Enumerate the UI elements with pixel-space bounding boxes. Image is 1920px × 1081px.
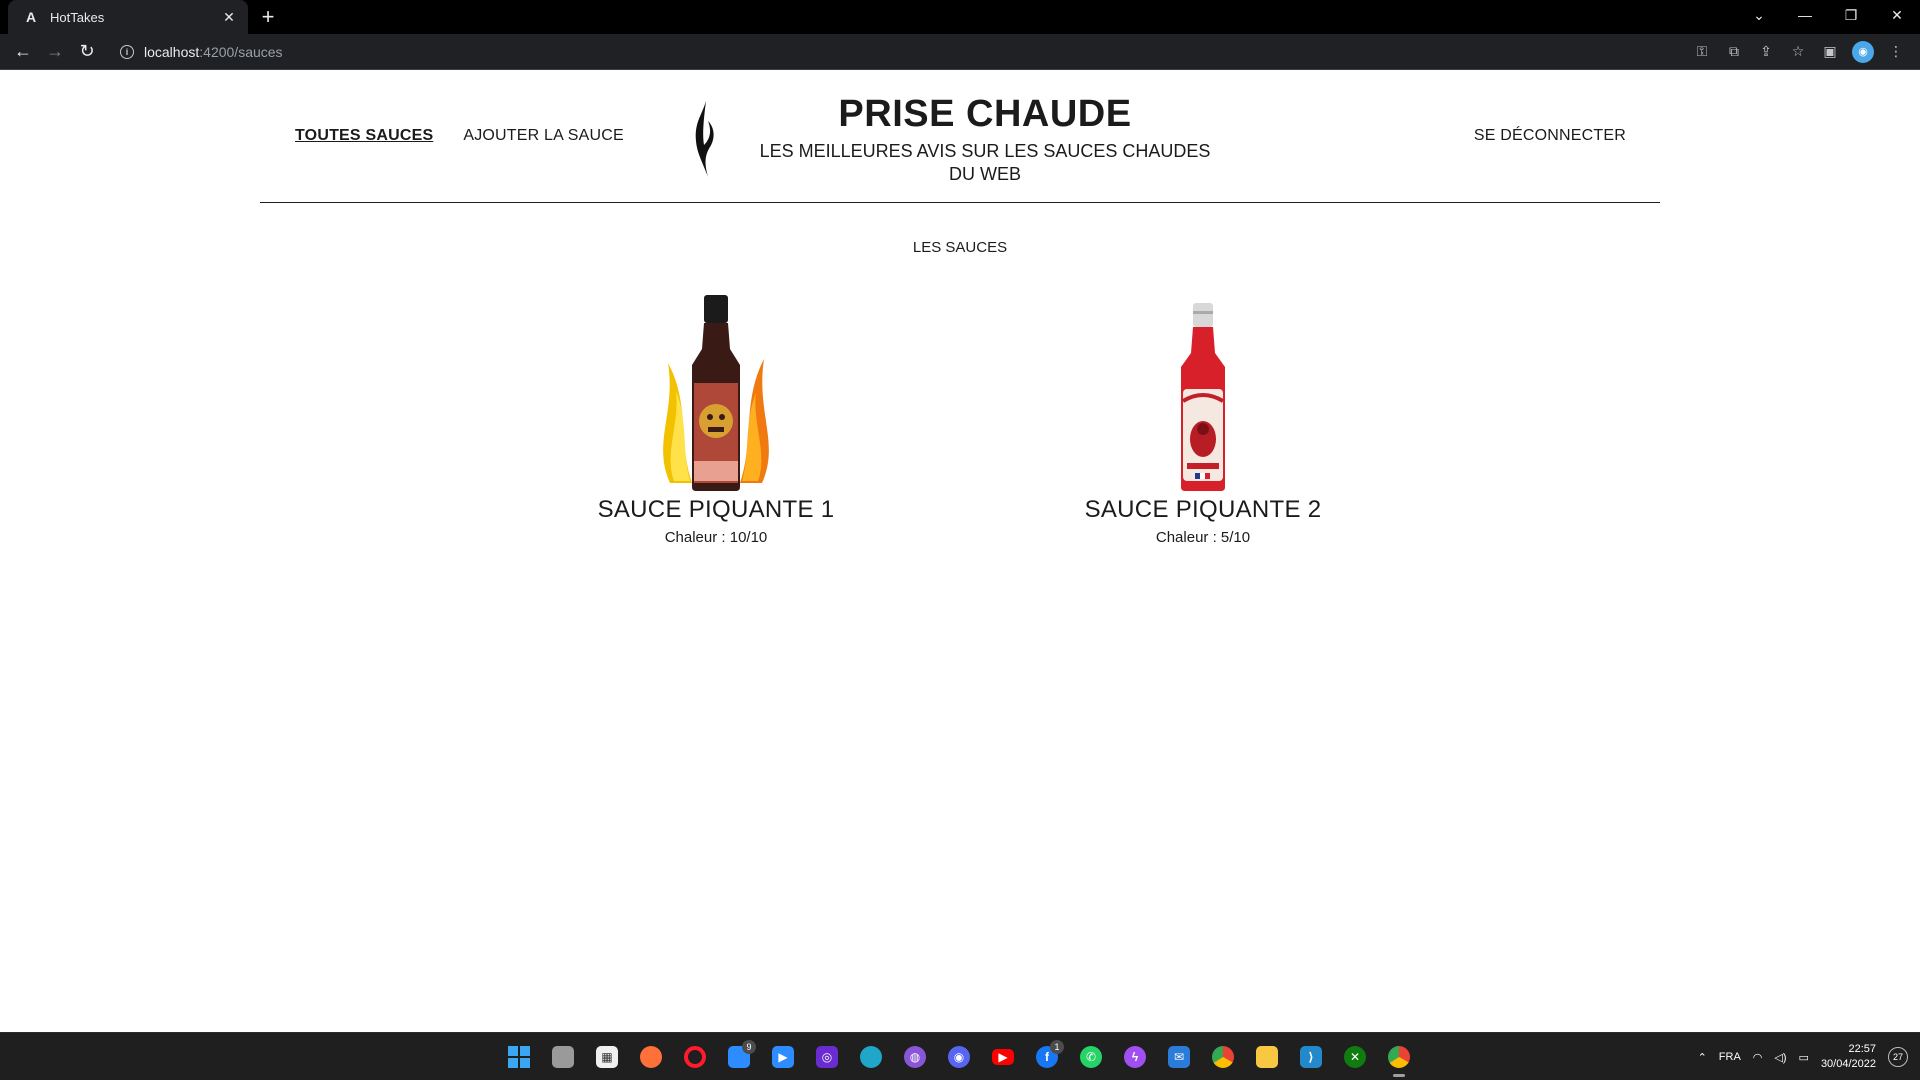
chevron-up-icon[interactable]: ⌃ <box>1698 1051 1707 1064</box>
badge-1: 1 <box>1050 1040 1064 1054</box>
system-tray: ⌃ FRA ◠ ◁) ▭ 22:57 30/04/2022 27 <box>1698 1033 1908 1081</box>
nav-add-sauce[interactable]: AJOUTER LA SAUCE <box>463 127 624 145</box>
clock[interactable]: 22:57 30/04/2022 <box>1821 1042 1876 1072</box>
omnibox-actions: ⚿ ⧉ ⇪ ☆ ▣ ◉ ⋮ <box>1686 38 1912 66</box>
forward-icon[interactable]: → <box>40 37 70 67</box>
tab-search-icon[interactable]: ⌄ <box>1736 0 1782 30</box>
brand: PRISE CHAUDE LES MEILLEURES AVIS SUR LES… <box>740 93 1230 186</box>
taskbar-apps: ▦ 9 ▶ ◎ ◍ ◉ ▶ f1 ✆ ϟ ✉ ⟩ ✕ <box>502 1040 1416 1077</box>
browser-tab-bar: A HotTakes ✕ + ⌄ — ❐ ✕ <box>0 0 1920 34</box>
windows-start-icon[interactable] <box>502 1041 536 1073</box>
back-icon[interactable]: ← <box>8 37 38 67</box>
browser-toolbar: ← → ↻ i localhost:4200/sauces ⚿ ⧉ ⇪ ☆ ▣ … <box>0 34 1920 70</box>
translate-icon[interactable]: ⧉ <box>1718 38 1750 66</box>
section-title: LES SAUCES <box>912 239 1008 256</box>
profile-icon[interactable]: ◉ <box>1852 40 1874 63</box>
flame-logo-icon <box>695 101 714 177</box>
main-nav: TOUTES SAUCES AJOUTER LA SAUCE <box>295 127 624 145</box>
chrome-icon[interactable] <box>1206 1041 1240 1073</box>
hot-sauce-bottle-flames-image <box>663 295 769 491</box>
firefox-icon[interactable] <box>634 1041 668 1073</box>
nav-all-sauces[interactable]: TOUTES SAUCES <box>295 127 433 145</box>
angular-favicon-icon: A <box>25 9 37 25</box>
badge-9: 9 <box>742 1040 756 1054</box>
star-icon[interactable]: ☆ <box>1782 38 1814 66</box>
windows-taskbar: ▦ 9 ▶ ◎ ◍ ◉ ▶ f1 ✆ ϟ ✉ ⟩ ✕ ⌃ FRA ◠ ◁) ▭ … <box>0 1032 1920 1080</box>
edge-icon[interactable] <box>854 1041 888 1073</box>
sidepanel-icon[interactable]: ▣ <box>1814 38 1846 66</box>
store-icon[interactable]: ▦ <box>590 1041 624 1073</box>
page-content: TOUTES SAUCES AJOUTER LA SAUCE PRISE CHA… <box>0 71 1920 1031</box>
language-indicator[interactable]: FRA <box>1719 1051 1741 1063</box>
browser-tab[interactable]: A HotTakes ✕ <box>8 0 248 34</box>
sauce-heat: Chaleur : 10/10 <box>664 529 768 546</box>
github-icon[interactable]: ◍ <box>898 1041 932 1073</box>
chrome-active-icon[interactable] <box>1382 1041 1416 1077</box>
reload-icon[interactable]: ↻ <box>72 37 102 67</box>
site-title: PRISE CHAUDE <box>838 93 1132 135</box>
sauce-image[interactable] <box>566 291 866 493</box>
xbox-icon[interactable]: ✕ <box>1338 1041 1372 1073</box>
messenger-icon[interactable]: ϟ <box>1118 1041 1152 1073</box>
clock-time: 22:57 <box>1848 1043 1876 1055</box>
task-view-icon[interactable] <box>546 1041 580 1073</box>
app-icon[interactable]: ◎ <box>810 1041 844 1073</box>
volume-icon[interactable]: ◁) <box>1774 1051 1786 1064</box>
clock-date: 30/04/2022 <box>1820 1058 1876 1070</box>
sauce-card[interactable]: SAUCE PIQUANTE 2 Chaleur : 5/10 <box>1053 291 1353 546</box>
mail-icon[interactable]: ✉ <box>1162 1041 1196 1073</box>
whatsapp-icon[interactable]: ✆ <box>1074 1041 1108 1073</box>
close-window-icon[interactable]: ✕ <box>1874 0 1920 30</box>
share-icon[interactable]: ⇪ <box>1750 38 1782 66</box>
key-icon[interactable]: ⚿ <box>1686 38 1718 66</box>
battery-icon[interactable]: ▭ <box>1799 1051 1809 1064</box>
address-bar[interactable]: i localhost:4200/sauces ⚿ ⧉ ⇪ ☆ ▣ ◉ ⋮ <box>110 37 1912 66</box>
sauce-heat: Chaleur : 5/10 <box>1155 529 1251 546</box>
sauce-card[interactable]: SAUCE PIQUANTE 1 Chaleur : 10/10 <box>566 291 866 546</box>
menu-icon[interactable]: ⋮ <box>1880 38 1912 66</box>
tab-title: HotTakes <box>50 9 105 25</box>
tab-close-icon[interactable]: ✕ <box>220 8 238 26</box>
youtube-icon[interactable]: ▶ <box>986 1041 1020 1073</box>
windows-app-icon[interactable]: 9 <box>722 1040 756 1073</box>
sauce-name: SAUCE PIQUANTE 2 <box>1084 496 1322 523</box>
site-subtitle: LES MEILLEURES AVIS SUR LES SAUCES CHAUD… <box>759 141 1211 184</box>
wifi-icon[interactable]: ◠ <box>1753 1051 1763 1064</box>
discord-icon[interactable]: ◉ <box>942 1041 976 1073</box>
minimize-icon[interactable]: — <box>1782 0 1828 30</box>
file-explorer-icon[interactable] <box>1250 1041 1284 1073</box>
sauce-image[interactable] <box>1053 291 1353 493</box>
opera-icon[interactable] <box>678 1041 712 1073</box>
window-controls: ⌄ — ❐ ✕ <box>1736 0 1920 30</box>
info-icon[interactable]: i <box>120 44 134 59</box>
url-path: :4200/sauces <box>199 43 283 60</box>
hot-sauce-bottle-image <box>1181 303 1225 491</box>
url-host: localhost <box>144 43 200 60</box>
notification-count[interactable]: 27 <box>1888 1047 1908 1067</box>
restore-icon[interactable]: ❐ <box>1828 0 1874 30</box>
new-tab-button[interactable]: + <box>254 3 282 31</box>
zoom-icon[interactable]: ▶ <box>766 1041 800 1073</box>
vscode-icon[interactable]: ⟩ <box>1294 1041 1328 1073</box>
site-header: TOUTES SAUCES AJOUTER LA SAUCE PRISE CHA… <box>260 71 1660 203</box>
sauce-name: SAUCE PIQUANTE 1 <box>597 496 835 523</box>
logout-link[interactable]: SE DÉCONNECTER <box>1474 127 1626 145</box>
facebook-icon[interactable]: f1 <box>1030 1040 1064 1073</box>
